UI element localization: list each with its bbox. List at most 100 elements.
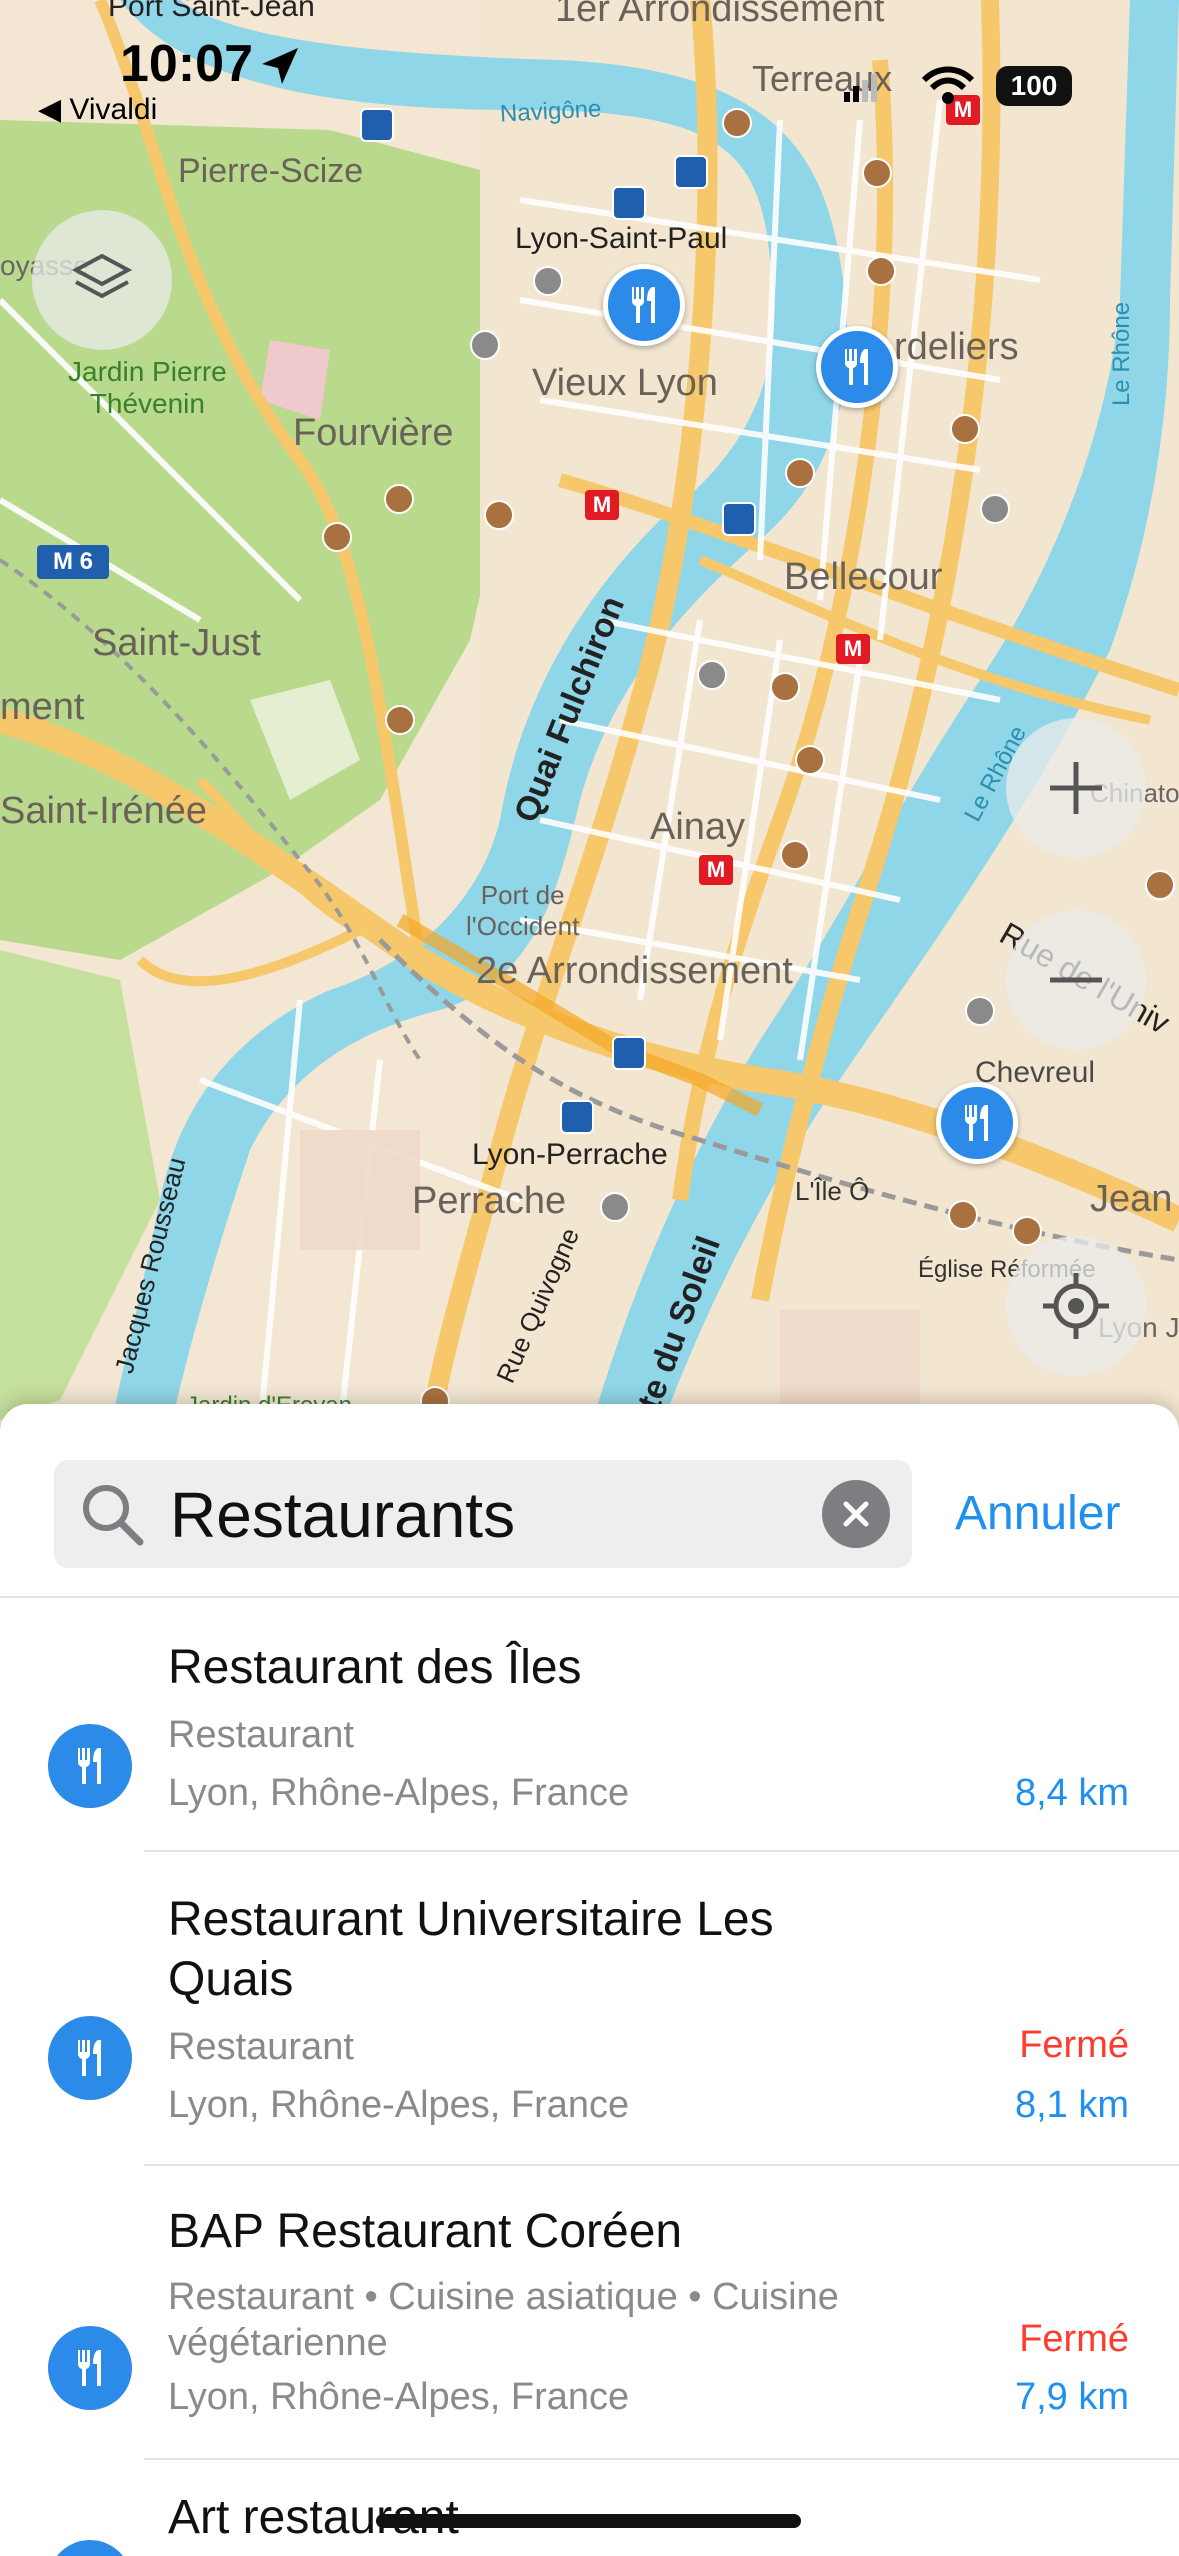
map-label-le-rhone-north: Le Rhône <box>1108 301 1136 407</box>
poi-marker[interactable] <box>770 672 800 702</box>
result-status: Fermé <box>1019 2318 1129 2360</box>
signal-icon <box>844 74 877 102</box>
location-arrow-icon <box>262 48 298 84</box>
back-to-app-link[interactable]: ◀ Vivaldi <box>38 92 157 127</box>
poi-marker[interactable] <box>470 330 500 360</box>
divider <box>144 2458 1179 2460</box>
search-results-sheet: Restaurants Annuler Restaurant des Îles … <box>0 1404 1179 2556</box>
restaurant-pin[interactable] <box>603 264 685 346</box>
status-bar: 10:07 ◀ Vivaldi 100 <box>0 0 1179 130</box>
result-row[interactable]: Art restaurant <box>0 2464 1179 2556</box>
zoom-out-button[interactable] <box>1006 910 1146 1050</box>
poi-marker[interactable] <box>385 705 415 735</box>
poi-marker[interactable] <box>384 484 414 514</box>
fork-knife-icon <box>77 2040 101 2076</box>
result-category: Restaurant <box>168 1714 354 1756</box>
poi-marker[interactable] <box>862 158 892 188</box>
poi-marker[interactable] <box>484 500 514 530</box>
poi-marker[interactable] <box>780 840 810 870</box>
poi-marker[interactable] <box>322 522 352 552</box>
map-label-pierre-scize: Pierre-Scize <box>178 152 364 190</box>
map-label-bellecour: Bellecour <box>784 556 943 598</box>
poi-marker[interactable] <box>697 660 727 690</box>
result-distance: 8,4 km <box>1014 1772 1129 1814</box>
poi-marker[interactable] <box>965 996 995 1026</box>
metro-icon[interactable]: M <box>699 855 733 885</box>
restaurant-icon <box>48 2540 132 2556</box>
map-label-cordeliers: rdeliers <box>894 326 1019 368</box>
battery-indicator: 100 <box>996 66 1072 106</box>
map-layers-button[interactable] <box>32 210 172 350</box>
result-name: BAP Restaurant Coréen <box>168 2205 683 2258</box>
fork-knife-icon <box>964 1105 988 1141</box>
train-station-icon[interactable] <box>560 1100 594 1134</box>
restaurant-pin[interactable] <box>816 326 898 408</box>
poi-marker[interactable] <box>948 1200 978 1230</box>
metro-icon[interactable]: M <box>585 490 619 520</box>
result-category: Restaurant <box>168 2026 354 2068</box>
clear-search-button[interactable] <box>822 1480 890 1548</box>
map-label-ile-o: L'Île Ô <box>795 1176 870 1206</box>
poi-marker[interactable] <box>533 266 563 296</box>
home-indicator[interactable] <box>376 2514 801 2528</box>
train-station-icon[interactable] <box>612 186 646 220</box>
map-label-lyon-perrache: Lyon-Perrache <box>472 1138 668 1171</box>
poi-marker[interactable] <box>795 745 825 775</box>
metro-icon[interactable]: M <box>836 634 870 664</box>
search-query[interactable]: Restaurants <box>170 1478 515 1552</box>
layers-icon <box>71 253 133 299</box>
map-label-port-occident: Port de l'Occident <box>466 880 580 941</box>
map-label-ainay: Ainay <box>650 806 746 848</box>
wifi-icon <box>921 66 975 104</box>
fork-knife-icon <box>631 287 655 323</box>
map-label-ment: ment <box>0 686 85 728</box>
minus-icon <box>1050 977 1102 983</box>
result-address: Lyon, Rhône-Alpes, France <box>168 1772 630 1814</box>
cancel-button[interactable]: Annuler <box>955 1486 1120 1541</box>
result-row[interactable]: BAP Restaurant Coréen Restaurant • Cuisi… <box>0 2166 1179 2466</box>
result-name: Restaurant des Îles <box>168 1641 582 1694</box>
result-address: Lyon, Rhône-Alpes, France <box>168 2376 630 2418</box>
poi-marker[interactable] <box>600 1192 630 1222</box>
map-label-jardin-pierre-thevenin: Jardin Pierre Thévenin <box>68 356 227 419</box>
result-category: Restaurant • Cuisine asiatique • Cuisine… <box>168 2276 839 2364</box>
result-distance: 7,9 km <box>1014 2376 1129 2418</box>
map-label-lyon-saint-paul: Lyon-Saint-Paul <box>515 222 728 255</box>
restaurant-icon <box>48 1724 132 1808</box>
result-row[interactable]: Restaurant Universitaire Les Quais Resta… <box>0 1852 1179 2166</box>
train-station-icon[interactable] <box>612 1036 646 1070</box>
map-label-vieux-lyon: Vieux Lyon <box>532 362 718 404</box>
search-field[interactable]: Restaurants <box>54 1460 912 1568</box>
search-icon <box>83 1485 144 1546</box>
result-address: Lyon, Rhône-Alpes, France <box>168 2084 630 2126</box>
result-distance: 8,1 km <box>1014 2084 1129 2126</box>
poi-marker[interactable] <box>950 414 980 444</box>
plus-icon <box>1050 762 1102 814</box>
restaurant-pin[interactable] <box>936 1082 1018 1164</box>
crosshair-icon <box>1043 1273 1109 1339</box>
result-status: Fermé <box>1019 2024 1129 2066</box>
map-label-saint-just: Saint-Just <box>92 622 261 664</box>
poi-marker[interactable] <box>866 256 896 286</box>
locate-me-button[interactable] <box>1006 1236 1146 1376</box>
metro-line-badge: M 6 <box>37 545 109 579</box>
zoom-in-button[interactable] <box>1006 718 1146 858</box>
result-name: Restaurant Universitaire Les Quais <box>168 1893 774 2006</box>
tram-icon[interactable] <box>722 502 756 536</box>
status-time: 10:07 <box>120 35 253 93</box>
fork-knife-icon <box>77 1748 101 1784</box>
poi-marker[interactable] <box>1145 870 1175 900</box>
restaurant-icon <box>48 2326 132 2410</box>
poi-marker[interactable] <box>1012 1216 1042 1246</box>
poi-marker[interactable] <box>980 494 1010 524</box>
map-view[interactable]: Port Saint-Jean 1er Arrondissement Terre… <box>0 0 1179 1430</box>
fork-knife-icon <box>844 349 868 385</box>
tram-icon[interactable] <box>674 155 708 189</box>
fork-knife-icon <box>77 2350 101 2386</box>
map-label-jean: Jean <box>1090 1178 1173 1220</box>
map-label-fourviere: Fourvière <box>293 412 454 454</box>
poi-marker[interactable] <box>785 458 815 488</box>
map-label-perrache: Perrache <box>412 1180 567 1222</box>
divider <box>0 1596 1179 1598</box>
map-label-2e-arrondissement: 2e Arrondissement <box>476 950 793 992</box>
